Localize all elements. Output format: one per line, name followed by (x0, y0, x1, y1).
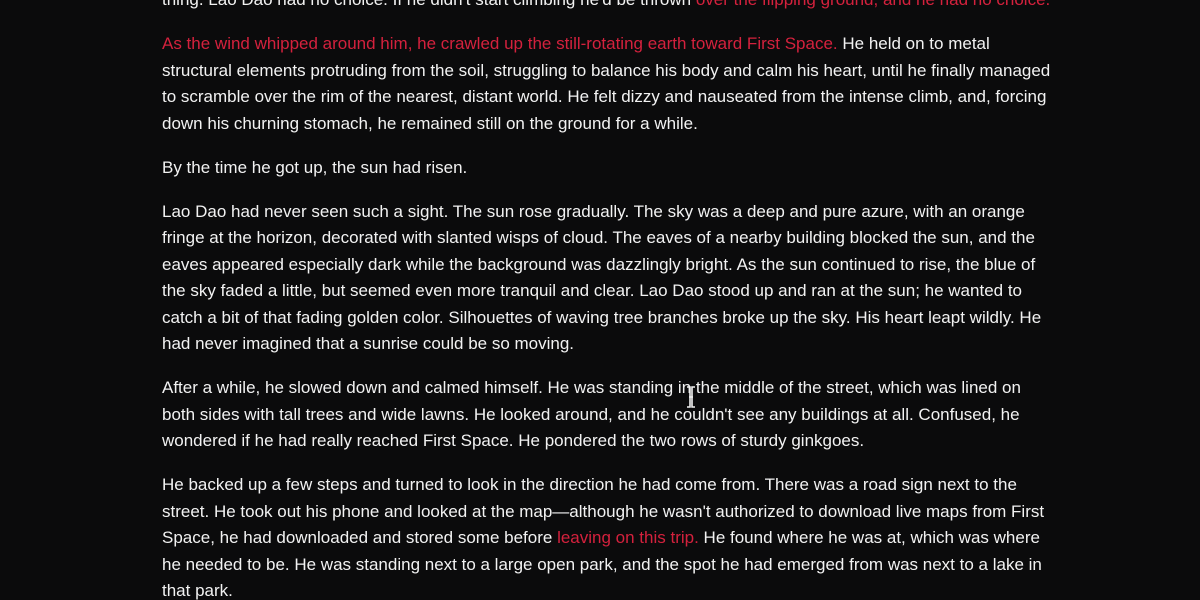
paragraph: By the time he got up, the sun had risen… (162, 155, 1052, 182)
paragraph: Lao Dao had never seen such a sight. The… (162, 199, 1052, 358)
document-body[interactable]: thing. Lao Dao had no choice. If he didn… (162, 0, 1052, 600)
highlighted-text: leaving on this trip. (557, 528, 699, 547)
text-segment: thing. Lao Dao had no choice. If he didn… (162, 0, 696, 9)
paragraph: After a while, he slowed down and calmed… (162, 375, 1052, 455)
text-segment: By the time he got up, the sun had risen… (162, 157, 468, 177)
reader-view: thing. Lao Dao had no choice. If he didn… (0, 0, 1200, 600)
text-segment: After a while, he slowed down and calmed… (162, 378, 1021, 450)
text-segment: Lao Dao had never seen such a sight. The… (162, 201, 1042, 354)
paragraph: He backed up a few steps and turned to l… (162, 472, 1052, 600)
paragraph: As the wind whipped around him, he crawl… (162, 31, 1052, 137)
highlighted-text: over the flipping ground, and he had no … (696, 0, 1050, 9)
highlighted-text: As the wind whipped around him, he crawl… (162, 34, 843, 53)
paragraph: thing. Lao Dao had no choice. If he didn… (162, 0, 1052, 14)
text-cursor-icon (687, 386, 695, 408)
